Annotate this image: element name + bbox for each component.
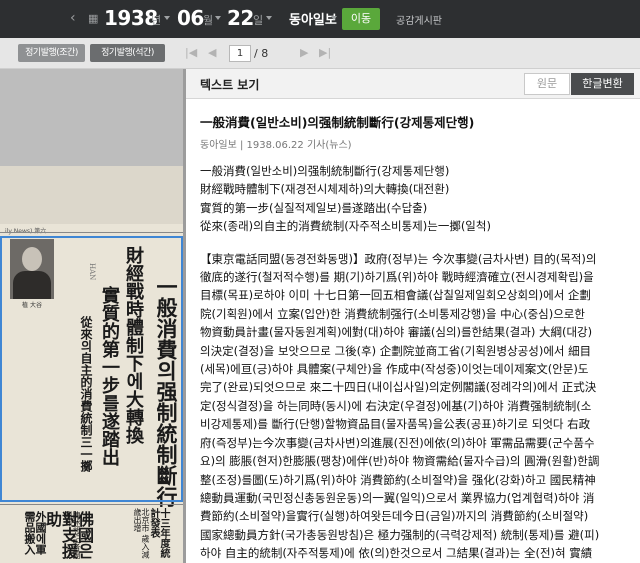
scan-margin [0, 69, 183, 166]
last-page-icon[interactable]: ▶| [319, 46, 331, 59]
tab-evening-edition[interactable]: 정기발행(석간) [90, 44, 165, 62]
first-page-icon[interactable]: |◀ [185, 46, 197, 59]
text-view-pane: 텍스트 보기 원문 한글변환 一般消費(일반소비)의强制統制斷行(강제통제단행)… [186, 69, 640, 563]
text-view-header: 텍스트 보기 원문 한글변환 [186, 69, 640, 99]
scan-subhead-1: 十三年度統計發表 [148, 508, 169, 558]
chevron-down-icon[interactable] [331, 16, 337, 20]
calendar-icon[interactable]: ▦ [88, 12, 98, 25]
month-unit: 월 [203, 14, 214, 27]
year-unit: 년 [151, 14, 162, 27]
month-value[interactable]: 06 [177, 6, 204, 30]
tab-morning-edition[interactable]: 정기발행(조간) [18, 44, 85, 62]
page-number-input[interactable]: 1 [229, 45, 251, 62]
article-selection-box[interactable] [0, 236, 183, 502]
scan-masthead: ily News) 第六 [5, 226, 46, 235]
chevron-down-icon[interactable] [164, 16, 170, 20]
back-icon[interactable]: ‹ [70, 10, 76, 26]
next-page-icon[interactable]: ▶ [300, 46, 308, 59]
day-unit: 일 [253, 14, 264, 27]
article-paragraph: 【東京電話同盟(동경전화동맹)】政府(정부)는 今次事變(금차사변) 目的(목적… [200, 251, 600, 561]
go-button[interactable]: 이동 [342, 8, 380, 30]
scan-top-strip [0, 166, 183, 224]
chevron-down-icon[interactable] [215, 16, 221, 20]
year-value[interactable]: 1938 [104, 6, 158, 30]
article-meta: 동아일보 | 1938.06.22 기사(뉴스) [200, 140, 352, 151]
article-lead: 一般消費(일반소비)의强制統制斷行(강제통제단행) 財經戰時體制下(재경전시체제… [200, 164, 491, 234]
hangul-convert-button[interactable]: 한글변환 [571, 73, 634, 95]
scan-side-headline-3: 陳述했記者團에게 [64, 511, 81, 559]
article-title: 一般消費(일반소비)의强制統制斷行(강제통제단행) [200, 115, 475, 130]
newspaper-select[interactable]: 동아일보 [289, 9, 337, 28]
scan-subhead-2: 北京市 歲入減 歲出增 [133, 508, 150, 559]
scan-rule [0, 232, 183, 233]
day-value[interactable]: 22 [227, 6, 254, 30]
chevron-down-icon[interactable] [266, 16, 272, 20]
article-body: 一般消費(일반소비)의强制統制斷行(강제통제단행) 財經戰時體制下(재경전시체제… [200, 162, 632, 563]
prev-page-icon[interactable]: ◀ [208, 46, 216, 59]
viewer-toolbar: 정기발행(조간) 정기발행(석간) |◀ ◀ 1 / 8 ▶ ▶| [0, 38, 640, 69]
original-text-button[interactable]: 원문 [524, 73, 570, 95]
scan-side-headline-2: 外國에軍需品搬入 [23, 511, 47, 555]
top-bar: ‹ ▦ 1938 년 06 월 22 일 동아일보 이동 공감게시판 [0, 0, 640, 38]
text-view-title: 텍스트 보기 [200, 78, 260, 92]
notice-board-link[interactable]: 공감게시판 [396, 12, 442, 27]
scan-rule [0, 504, 183, 505]
page-total: / 8 [254, 47, 269, 60]
newspaper-image-pane[interactable]: ily News) 第六 植 大谷 一般消費의强制統制斷行 財經戰時體制下에大轉… [0, 69, 183, 563]
